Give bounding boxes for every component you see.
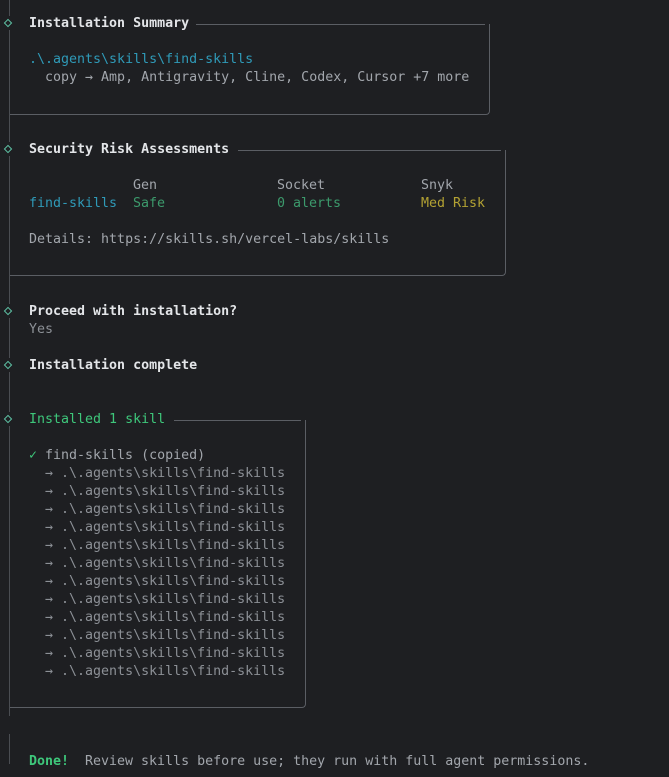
done-label: Done! bbox=[29, 754, 70, 769]
column-header-snyk: Snyk bbox=[421, 178, 454, 193]
install-path: → .\.agents\skills\find-skills bbox=[29, 646, 286, 661]
proceed-answer: Yes bbox=[29, 322, 54, 337]
check-icon: ✓ bbox=[29, 448, 38, 463]
summary-path: .\.agents\skills\find-skills bbox=[29, 52, 254, 67]
install-path: → .\.agents\skills\find-skills bbox=[29, 610, 286, 625]
install-path: → .\.agents\skills\find-skills bbox=[29, 592, 286, 607]
proceed-question: Proceed with installation? bbox=[29, 304, 238, 319]
installed-skill-line: find-skills (copied) bbox=[45, 448, 206, 463]
tree-line bbox=[9, 318, 10, 358]
install-path: → .\.agents\skills\find-skills bbox=[29, 556, 286, 571]
snyk-status: Med Risk bbox=[421, 196, 486, 211]
done-message: Review skills before use; they run with … bbox=[85, 754, 590, 769]
step-diamond-icon bbox=[3, 306, 13, 316]
column-header-gen: Gen bbox=[133, 178, 158, 193]
install-path: → .\.agents\skills\find-skills bbox=[29, 520, 286, 535]
install-path: → .\.agents\skills\find-skills bbox=[29, 538, 286, 553]
install-path: → .\.agents\skills\find-skills bbox=[29, 628, 286, 643]
socket-status: 0 alerts bbox=[277, 196, 342, 211]
step-diamond-icon bbox=[3, 360, 13, 370]
install-path: → .\.agents\skills\find-skills bbox=[29, 574, 286, 589]
install-path: → .\.agents\skills\find-skills bbox=[29, 664, 286, 679]
security-skill-name: find-skills bbox=[29, 196, 118, 211]
summary-copy-line: copy → Amp, Antigravity, Cline, Codex, C… bbox=[29, 70, 470, 85]
tree-line bbox=[9, 734, 10, 764]
gen-status: Safe bbox=[133, 196, 166, 211]
install-path: → .\.agents\skills\find-skills bbox=[29, 502, 286, 517]
install-path: → .\.agents\skills\find-skills bbox=[29, 466, 286, 481]
security-details: Details: https://skills.sh/vercel-labs/s… bbox=[29, 232, 390, 247]
tree-line bbox=[9, 0, 10, 16]
security-box bbox=[10, 150, 506, 276]
install-path: → .\.agents\skills\find-skills bbox=[29, 484, 286, 499]
column-header-socket: Socket bbox=[277, 178, 326, 193]
tree-line bbox=[9, 372, 10, 412]
complete-title: Installation complete bbox=[29, 358, 198, 373]
